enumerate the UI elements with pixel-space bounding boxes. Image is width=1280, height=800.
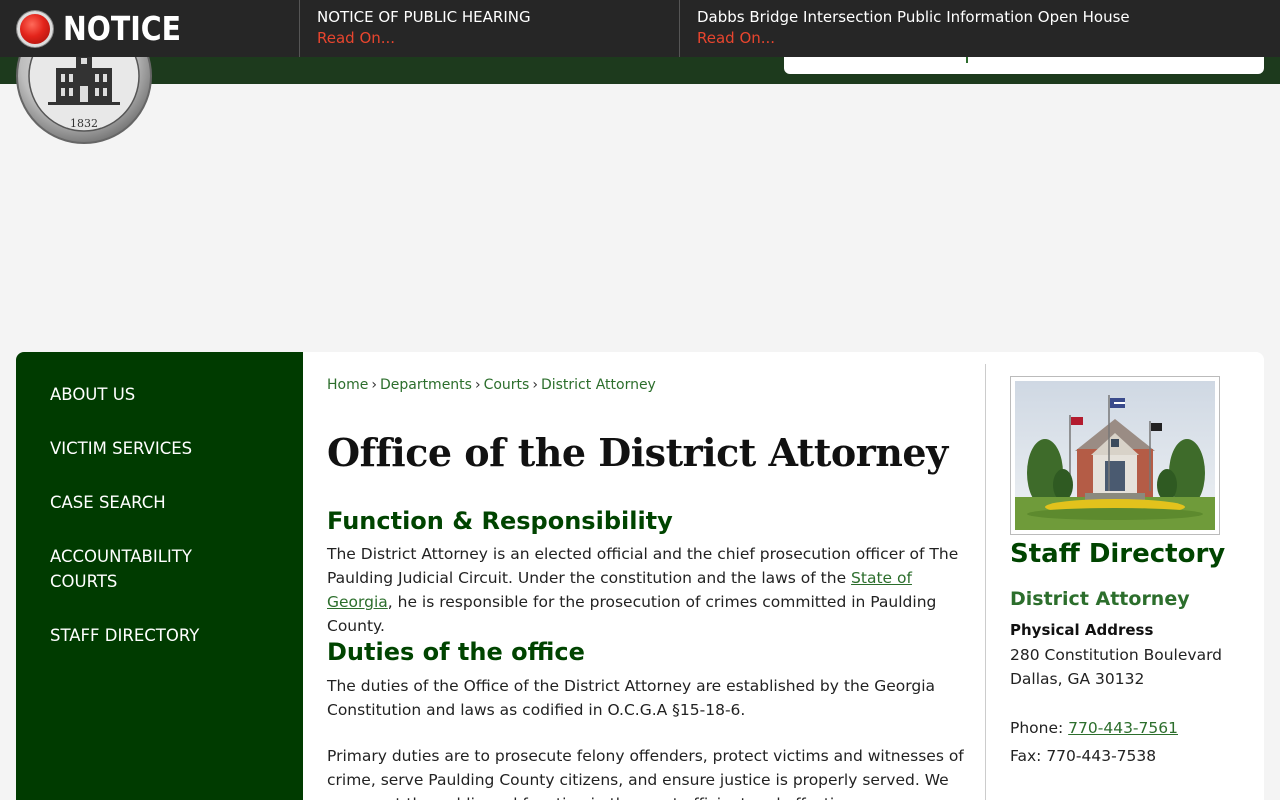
notice-read-on-link[interactable]: Read On... xyxy=(697,26,1280,50)
phone-label: Phone: xyxy=(1010,719,1069,737)
notice-item-title[interactable]: NOTICE OF PUBLIC HEARING xyxy=(317,8,679,26)
phone-row: Phone: 770-443-7561 xyxy=(1010,719,1178,737)
side-navigation: ABOUT US VICTIM SERVICES CASE SEARCH ACC… xyxy=(16,352,303,800)
nav-item-accountability-courts[interactable]: ACCOUNTABILITY COURTS xyxy=(16,544,246,594)
notice-read-on-link[interactable]: Read On... xyxy=(317,26,679,50)
breadcrumb-home[interactable]: Home xyxy=(327,377,368,393)
alert-dot-icon xyxy=(17,10,53,47)
main-card: ABOUT US VICTIM SERVICES CASE SEARCH ACC… xyxy=(16,352,1264,800)
staff-directory-heading[interactable]: Staff Directory xyxy=(1010,539,1225,569)
department-name: District Attorney xyxy=(1010,588,1190,610)
breadcrumb-separator: › xyxy=(532,377,538,393)
duties-paragraph-2: Primary duties are to prosecute felony o… xyxy=(327,747,964,800)
notice-heading: NOTICE xyxy=(63,9,182,48)
nav-item-staff-directory[interactable]: STAFF DIRECTORY xyxy=(16,623,303,648)
address-line-2: Dallas, GA 30132 xyxy=(1010,670,1145,688)
courthouse-photo xyxy=(1010,376,1220,535)
function-paragraph: The District Attorney is an elected offi… xyxy=(327,542,967,638)
physical-address-label: Physical Address xyxy=(1010,621,1154,639)
notice-item[interactable]: Dabbs Bridge Intersection Public Informa… xyxy=(680,0,1280,57)
function-text-end: , he is responsible for the prosecution … xyxy=(327,593,937,635)
nav-item-case-search[interactable]: CASE SEARCH xyxy=(16,490,303,515)
column-divider xyxy=(985,364,986,800)
breadcrumb-separator: › xyxy=(371,377,377,393)
search-caret xyxy=(966,57,968,63)
search-input[interactable] xyxy=(784,57,1264,74)
fax-number: Fax: 770-443-7538 xyxy=(1010,747,1157,765)
notice-bar: NOTICE NOTICE OF PUBLIC HEARING Read On.… xyxy=(0,0,1280,57)
notice-item-title[interactable]: Dabbs Bridge Intersection Public Informa… xyxy=(697,8,1280,26)
breadcrumb-district-attorney[interactable]: District Attorney xyxy=(541,377,656,393)
address-line-1: 280 Constitution Boulevard xyxy=(1010,646,1223,664)
breadcrumb: Home › Departments › Courts › District Attorne… xyxy=(327,377,656,393)
page-title: Office of the District Attorney xyxy=(327,430,948,475)
nav-item-about-us[interactable]: ABOUT US xyxy=(16,382,303,407)
duties-paragraph-1: The duties of the Office of the District… xyxy=(327,677,936,719)
nav-item-victim-services[interactable]: VICTIM SERVICES xyxy=(16,436,303,461)
physical-address: 280 Constitution Boulevard Dallas, GA 30… xyxy=(1010,643,1222,691)
notice-label: NOTICE xyxy=(0,0,300,57)
breadcrumb-departments[interactable]: Departments xyxy=(380,377,472,393)
notice-item[interactable]: NOTICE OF PUBLIC HEARING Read On... xyxy=(300,0,680,57)
section-heading-duties: Duties of the office xyxy=(327,638,585,666)
section-heading-function: Function & Responsibility xyxy=(327,507,673,535)
phone-link[interactable]: 770-443-7561 xyxy=(1068,719,1178,737)
seal-year: 1832 xyxy=(70,117,98,130)
breadcrumb-separator: › xyxy=(474,377,481,393)
breadcrumb-courts[interactable]: Courts xyxy=(484,377,530,393)
